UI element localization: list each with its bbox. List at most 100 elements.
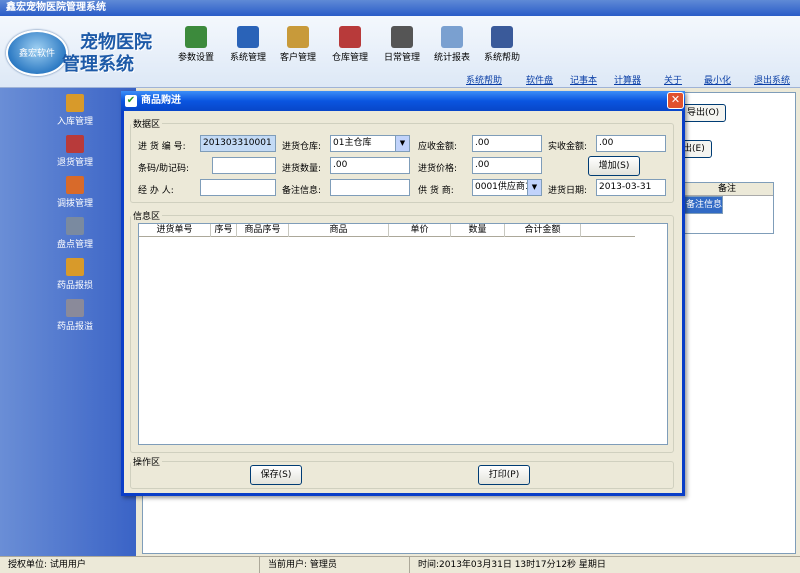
remark-field[interactable] (330, 179, 410, 196)
grid-column-header[interactable]: 数量 (451, 224, 505, 237)
date-field[interactable]: 2013-03-31 (596, 179, 666, 196)
grid-column-header[interactable]: 进货单号 (139, 224, 211, 237)
gear-monitor-icon (66, 217, 84, 235)
sidebar-item-label: 药品报溢 (56, 322, 93, 332)
grid-column-header[interactable]: 商品 (289, 224, 389, 237)
clipboard-icon (66, 258, 84, 276)
data-section-label: 数据区 (133, 120, 161, 130)
report-icon (441, 26, 463, 48)
logo-text: 鑫宏软件 (18, 49, 55, 59)
handler-field[interactable] (200, 179, 276, 196)
topnav-link-1[interactable]: 软件盘 (526, 73, 553, 86)
sidebar-item-4[interactable]: 药品报损 (40, 258, 110, 291)
warehouse-label: 进货仓库: (282, 142, 322, 152)
system-icon (237, 26, 259, 48)
app-name-line1: 宠物医院 (80, 32, 152, 53)
toolbar-button-2[interactable]: 客户管理 (270, 26, 326, 70)
window-title: 鑫宏宠物医院管理系统 (0, 0, 800, 16)
toolbar-label: 系统帮助 (483, 53, 520, 63)
topnav-link-2[interactable]: 记事本 (570, 73, 597, 86)
people-icon (66, 176, 84, 194)
received-field[interactable]: .00 (596, 135, 666, 152)
sidebar-item-label: 盘点管理 (56, 240, 93, 250)
purchase-dialog: ✔ 商品购进 ✕ 数据区 进 货 编 号: 201303310001 进货仓库:… (121, 91, 685, 496)
sidebar-item-2[interactable]: 调拨管理 (40, 176, 110, 209)
toolbar-label: 统计报表 (433, 53, 470, 63)
save-button[interactable]: 保存(S) (250, 465, 302, 485)
toolbar-button-6[interactable]: 系统帮助 (474, 26, 530, 70)
barcode-field[interactable] (212, 157, 276, 174)
settings-icon (185, 26, 207, 48)
warehouse-select[interactable]: 01主仓库 ▼ (330, 135, 410, 152)
status-time: 时间:2013年03月31日 13时17分12秒 星期日 (418, 560, 606, 570)
close-icon[interactable]: ✕ (667, 92, 684, 109)
check-icon: ✔ (125, 95, 137, 107)
qty-field[interactable]: .00 (330, 157, 410, 174)
items-grid[interactable]: 进货单号 序号 商品序号 商品 单价 数量 合计金额 (138, 223, 668, 445)
sidebar-item-1[interactable]: 退货管理 (40, 135, 110, 168)
app-name: 宠物医院 管理系统 (62, 32, 152, 76)
topnav-link-5[interactable]: 最小化 (704, 73, 731, 86)
info-section-label: 信息区 (133, 212, 161, 222)
house-icon (287, 26, 309, 48)
status-bar: 授权单位: 试用用户 当前用户: 管理员 时间:2013年03月31日 13时1… (0, 556, 800, 573)
dialog-title: 商品购进 (141, 95, 181, 106)
status-unit: 授权单位: 试用用户 (0, 557, 260, 573)
topnav-link-3[interactable]: 计算器 (614, 73, 641, 86)
sidebar-item-0[interactable]: 入库管理 (40, 94, 110, 127)
toolbar-button-4[interactable]: 日常管理 (374, 26, 430, 70)
toolbar-label: 参数设置 (177, 53, 214, 63)
sidebar-item-3[interactable]: 盘点管理 (40, 217, 110, 250)
toolbar-button-3[interactable]: 仓库管理 (322, 26, 378, 70)
chevron-down-icon[interactable]: ▼ (527, 180, 541, 195)
computer-icon (491, 26, 513, 48)
price-field[interactable]: .00 (472, 157, 542, 174)
grid-column-header[interactable]: 合计金额 (505, 224, 581, 237)
add-button[interactable]: 增加(S) (588, 156, 640, 176)
topnav-link-0[interactable]: 系统帮助 (466, 73, 502, 86)
calendar-icon (391, 26, 413, 48)
grid-column-header[interactable]: 商品序号 (237, 224, 289, 237)
receivable-label: 应收金额: (418, 142, 458, 152)
toolbar-button-1[interactable]: 系统管理 (220, 26, 276, 70)
remark-label: 备注信息: (282, 186, 322, 196)
toolbar-label: 日常管理 (383, 53, 420, 63)
print-button[interactable]: 打印(P) (478, 465, 530, 485)
received-label: 实收金额: (548, 142, 588, 152)
app-logo: 鑫宏软件 (6, 30, 68, 76)
purchase-no-field[interactable]: 201303310001 (200, 135, 276, 152)
sidebar: 入库管理退货管理调拨管理盘点管理药品报损药品报溢 (0, 88, 136, 556)
toolbar-label: 系统管理 (229, 53, 266, 63)
chevron-down-icon[interactable]: ▼ (395, 136, 409, 151)
price-label: 进货价格: (418, 164, 458, 174)
operation-section-label: 操作区 (133, 458, 161, 468)
receivable-field[interactable]: .00 (472, 135, 542, 152)
toolbar-label: 仓库管理 (331, 53, 368, 63)
sidebar-item-label: 退货管理 (56, 158, 93, 168)
sidebar-item-5[interactable]: 药品报溢 (40, 299, 110, 332)
supplier-label: 供 货 商: (418, 186, 454, 196)
table-row-selected[interactable]: 备注信息 (681, 196, 724, 214)
barcode-label: 条码/助记码: (138, 164, 190, 174)
purchase-no-label: 进 货 编 号: (138, 142, 186, 152)
supplier-value: 0001供应商1 (475, 182, 531, 192)
toolbar-label: 客户管理 (279, 53, 316, 63)
topnav-link-6[interactable]: 退出系统 (754, 73, 790, 86)
handler-label: 经 办 人: (138, 186, 174, 196)
operation-section: 操作区 (130, 455, 674, 489)
bottles-icon (66, 135, 84, 153)
dialog-title-bar: ✔ 商品购进 ✕ (121, 91, 685, 111)
supplier-select[interactable]: 0001供应商1 ▼ (472, 179, 542, 196)
gears-icon (66, 299, 84, 317)
status-user: 当前用户: 管理员 (260, 557, 410, 573)
toolbar-button-5[interactable]: 统计报表 (424, 26, 480, 70)
sidebar-item-label: 调拨管理 (56, 199, 93, 209)
clipboard-icon (66, 94, 84, 112)
toolbar-button-0[interactable]: 参数设置 (168, 26, 224, 70)
sidebar-item-label: 药品报损 (56, 281, 93, 291)
topnav-link-4[interactable]: 关于 (664, 73, 682, 86)
grid-column-header[interactable]: 序号 (211, 224, 237, 237)
export-button[interactable]: 导出(O) (680, 104, 727, 122)
table-header: 备注 (681, 183, 773, 196)
grid-column-header[interactable]: 单价 (389, 224, 451, 237)
